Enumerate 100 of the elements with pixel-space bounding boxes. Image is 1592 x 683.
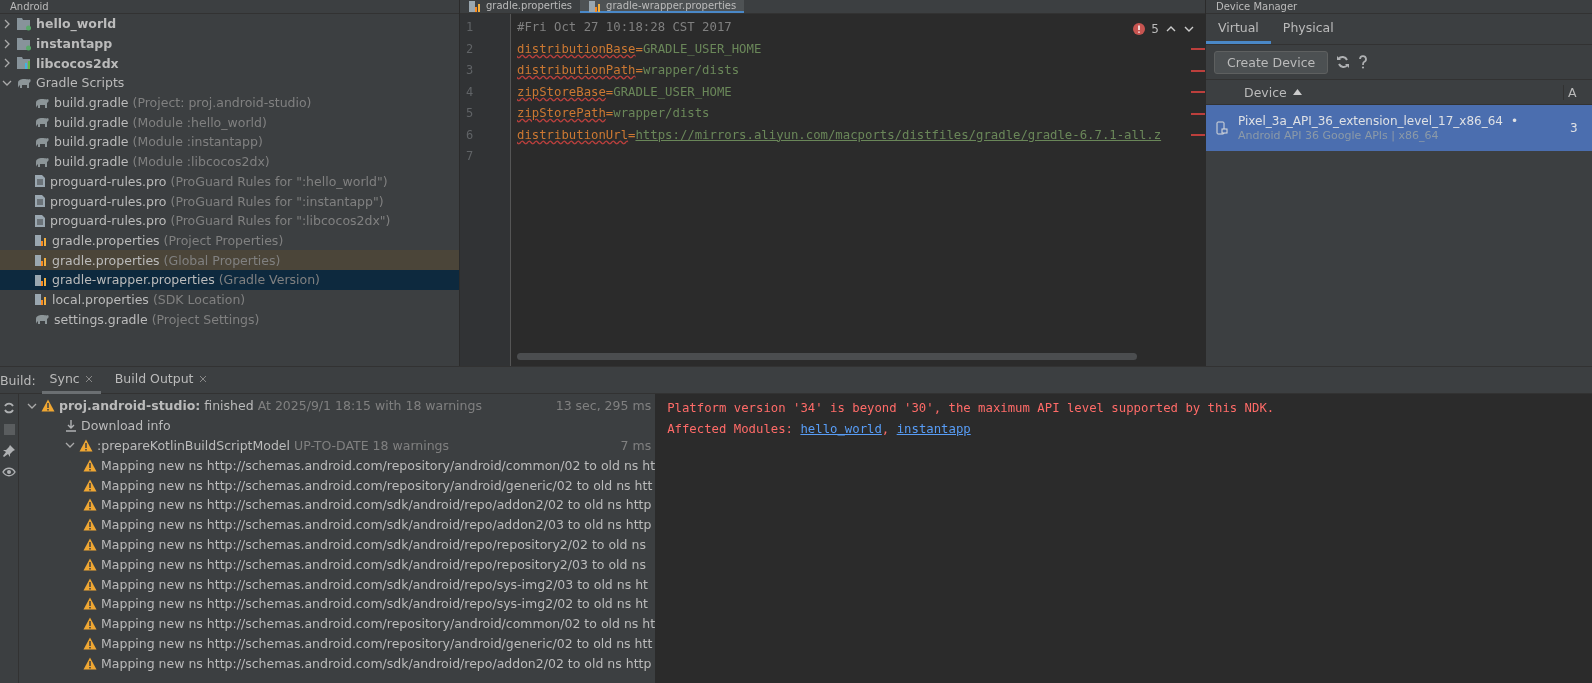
build-tree-item[interactable]: Mapping new ns http://schemas.android.com/sdk/android/repo/sys-img2/03 to old ns ht — [19, 574, 656, 594]
build-message: Mapping new ns http://schemas.android.com/repository/android/generic/02 to old ns htt — [101, 635, 653, 651]
build-tree-item[interactable]: Mapping new ns http://schemas.android.com/sdk/android/repo/addon2/02 to old ns http — [19, 495, 656, 515]
module-link[interactable]: hello_world — [800, 422, 882, 436]
next-icon[interactable] — [1183, 24, 1195, 34]
equals-sign: = — [635, 41, 643, 56]
file-name: proguard-rules.pro — [50, 173, 167, 189]
device-row[interactable]: Pixel_3a_API_36_extension_level_17_x86_64 • Android API 36 Google APIs | x86_64 3 — [1206, 105, 1592, 151]
elephant-icon — [34, 135, 50, 148]
build-message: Mapping new ns http://schemas.android.com/repository/android/common/02 to old ns ht — [101, 616, 656, 632]
text-file-icon — [34, 213, 46, 228]
tree-item[interactable]: gradle.properties (Global Properties) — [0, 250, 459, 270]
tree-item[interactable]: gradle-wrapper.properties (Gradle Version) — [0, 269, 459, 290]
column-header[interactable]: Device — [1206, 84, 1563, 100]
file-name: gradle.properties — [52, 252, 160, 268]
file-name: build.gradle — [54, 134, 129, 150]
tab[interactable]: Physical — [1270, 14, 1346, 44]
warning-icon — [79, 439, 93, 452]
build-tree-item[interactable]: Mapping new ns http://schemas.android.com/repository/android/generic/02 to old ns htt — [19, 633, 656, 654]
property-key: zipStorePath — [517, 106, 606, 120]
error-stripe[interactable] — [1191, 69, 1205, 72]
file-hint: (Module :hello_world) — [132, 114, 267, 130]
error-stripe[interactable] — [1191, 91, 1205, 94]
elephant-icon — [34, 96, 50, 109]
column-header[interactable]: A — [1563, 84, 1592, 100]
help-icon[interactable] — [1358, 55, 1369, 69]
tab[interactable]: Virtual — [1206, 14, 1271, 44]
code-comment: #Fri Oct 27 10:18:28 CST 2017 — [517, 20, 732, 34]
folder-icon — [16, 56, 32, 71]
panel-title[interactable]: Android — [10, 0, 49, 13]
close-icon[interactable] — [84, 374, 93, 383]
build-tree-item[interactable]: Mapping new ns http://schemas.android.com/sdk/android/repo/repository2/03 to old ns — [19, 554, 656, 575]
tree-item[interactable]: instantapp — [0, 33, 459, 54]
build-message: Mapping new ns http://schemas.android.com/sdk/android/repo/repository2/03 to old ns — [101, 556, 646, 572]
build-tree-item[interactable]: Download info — [19, 415, 656, 436]
build-tree-item[interactable]: Mapping new ns http://schemas.android.com/sdk/android/repo/repository2/02 to old ns — [19, 534, 656, 555]
error-stripe[interactable] — [1191, 112, 1205, 115]
property-key: distributionPath — [517, 63, 636, 77]
build-tree-item[interactable]: Mapping new ns http://schemas.android.com/sdk/android/repo/addon2/03 to old ns http — [19, 514, 656, 535]
build-hint: UP-TO-DATE 18 warnings — [294, 438, 450, 453]
file-hint: (ProGuard Rules for ":libcocos2dx") — [170, 213, 391, 229]
tree-item[interactable]: Gradle Scripts — [0, 73, 459, 93]
error-stripe[interactable] — [1191, 48, 1205, 51]
download-icon — [65, 419, 77, 433]
build-hint: At 2025/9/1 18:15 with 18 warnings — [257, 398, 482, 414]
file-name: build.gradle — [54, 154, 129, 170]
tree-item[interactable]: gradle.properties (Project Properties) — [0, 230, 459, 251]
build-tree-item[interactable]: Mapping new ns http://schemas.android.com/sdk/android/repo/addon2/02 to old ns http — [19, 653, 656, 674]
property-key: distributionBase — [517, 41, 636, 56]
tree-item[interactable]: local.properties (SDK Location) — [0, 289, 459, 310]
equals-sign: = — [628, 127, 636, 142]
pin-icon[interactable] — [3, 445, 15, 457]
problem-count: 5 — [1151, 22, 1159, 36]
editor-tab[interactable]: gradle.properties — [460, 0, 581, 13]
tab[interactable]: Sync — [41, 366, 101, 394]
tree-item-label: libcocos2dx — [36, 55, 119, 71]
eye-icon[interactable] — [2, 467, 16, 479]
scrollbar[interactable] — [517, 353, 1137, 360]
folder-icon — [16, 16, 32, 31]
tree-item[interactable]: build.gradle (Module :instantapp) — [0, 132, 459, 152]
file-hint: (SDK Location) — [152, 291, 246, 307]
build-tree-item[interactable]: proj.android-studio: finished At 2025/9/1 18:15 with 18 warnings 13 sec, 295 ms — [19, 396, 656, 416]
refresh-icon[interactable] — [1336, 55, 1351, 69]
editor-tab[interactable]: gradle-wrapper.properties — [580, 0, 745, 13]
file-hint: (ProGuard Rules for ":instantapp") — [170, 193, 384, 209]
module-link[interactable]: instantapp — [896, 422, 971, 436]
property-value: wrapper/dists — [642, 63, 740, 77]
tree-item[interactable]: proguard-rules.pro (ProGuard Rules for ":hello_world") — [0, 171, 459, 192]
tree-item[interactable]: libcocos2dx — [0, 53, 459, 74]
tree-item-label: Gradle Scripts — [36, 75, 125, 91]
tree-item[interactable]: build.gradle (Project: proj.android-studio) — [0, 92, 459, 113]
sync-icon[interactable] — [3, 402, 15, 414]
properties-file-icon — [34, 292, 48, 307]
chevron-right-icon[interactable] — [2, 58, 12, 69]
close-icon[interactable] — [198, 374, 207, 383]
url-value[interactable]: https://mirrors.aliyun.com/macports/distfiles/gradle/gradle-6.7.1-all.z — [635, 127, 1162, 142]
file-name: proguard-rules.pro — [50, 213, 167, 229]
chevron-right-icon[interactable] — [2, 38, 12, 49]
tree-item[interactable]: proguard-rules.pro (ProGuard Rules for ":libcocos2dx") — [0, 210, 459, 231]
error-stripe[interactable] — [1191, 134, 1205, 137]
warning-icon — [83, 617, 97, 631]
build-tree-item[interactable]: Mapping new ns http://schemas.android.com/sdk/android/repo/sys-img2/02 to old ns ht — [19, 593, 656, 614]
build-message: :prepareKotlinBuildScriptModel — [97, 438, 290, 453]
previous-icon[interactable] — [1165, 24, 1177, 34]
tree-item[interactable]: hello_world — [0, 14, 459, 34]
tree-item[interactable]: settings.gradle (Project Settings) — [0, 309, 459, 329]
warning-icon — [83, 537, 97, 551]
tree-item[interactable]: proguard-rules.pro (ProGuard Rules for ":instantapp") — [0, 191, 459, 211]
create-device-button[interactable]: Create Device — [1214, 50, 1329, 74]
tree-item[interactable]: build.gradle (Module :libcocos2dx) — [0, 151, 459, 172]
build-tree-item[interactable]: Mapping new ns http://schemas.android.com/repository/android/common/02 to old ns ht — [19, 455, 656, 476]
elephant-icon — [16, 76, 32, 89]
build-tree-item[interactable]: :prepareKotlinBuildScriptModel UP-TO-DATE 18 warnings 7 ms — [19, 435, 656, 456]
build-tree-item[interactable]: Mapping new ns http://schemas.android.com/repository/android/common/02 to old ns ht — [19, 613, 656, 634]
file-hint: (Module :instantapp) — [132, 134, 263, 150]
tab[interactable]: Build Output — [106, 366, 215, 394]
tree-item[interactable]: build.gradle (Module :hello_world) — [0, 112, 459, 133]
build-tree-item[interactable]: Mapping new ns http://schemas.android.com/repository/android/generic/02 to old ns htt — [19, 475, 656, 495]
file-hint: (Gradle Version) — [218, 272, 320, 288]
chevron-right-icon[interactable] — [2, 18, 12, 29]
